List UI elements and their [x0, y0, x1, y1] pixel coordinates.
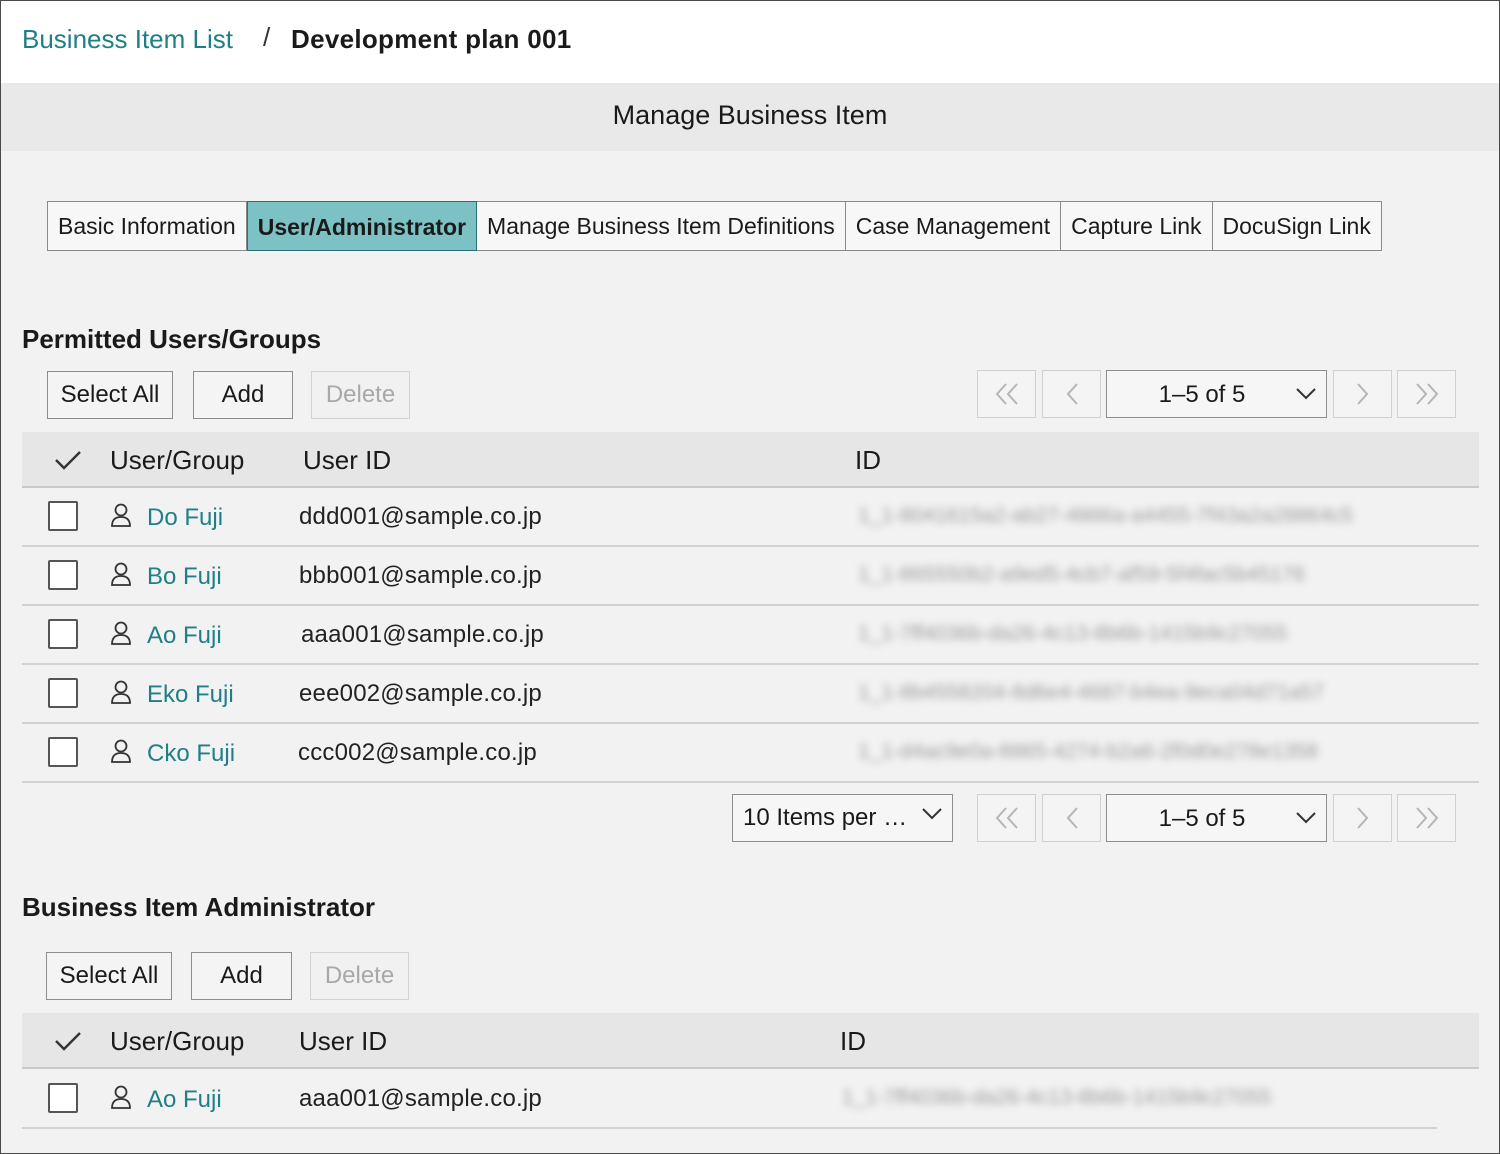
prev-page-button[interactable] — [1042, 370, 1101, 418]
header: Business Item List / Development plan 00… — [1, 1, 1499, 83]
page-range-text: 1–5 of 5 — [1158, 805, 1246, 832]
double-chevron-left-icon — [995, 807, 1018, 829]
user-id: ddd001@sample.co.jp — [299, 503, 542, 530]
tab-basic-information[interactable]: Basic Information — [48, 202, 247, 250]
blurred-id: 1_1-7ff4036b-da26-4c13-8b6b-1415b9c27055 — [842, 1086, 1272, 1109]
user-name-link[interactable]: Ao Fuji — [147, 1086, 222, 1114]
page-range-text: 1–5 of 5 — [1158, 381, 1246, 408]
person-icon — [111, 621, 131, 645]
permitted-users-table: User/Group User ID ID Do Fuji ddd001@sam… — [22, 432, 1479, 788]
tab-bar: Basic Information User/Administrator Man… — [47, 201, 1382, 251]
column-header-user-id[interactable]: User ID — [299, 1026, 387, 1057]
table-row[interactable]: Eko Fuji eee002@sample.co.jp 1_1-8b45582… — [22, 665, 1479, 724]
chevron-left-icon — [1066, 383, 1078, 405]
column-header-id[interactable]: ID — [840, 1026, 866, 1057]
row-checkbox[interactable] — [48, 1083, 78, 1113]
user-name-link[interactable]: Do Fuji — [147, 504, 223, 532]
double-chevron-right-icon — [1415, 383, 1438, 405]
first-page-button[interactable] — [977, 794, 1036, 842]
table-row[interactable]: Cko Fuji ccc002@sample.co.jp 1_1-d4ac9e0… — [22, 724, 1479, 783]
person-icon — [111, 503, 131, 527]
select-all-button[interactable]: Select All — [47, 371, 173, 419]
column-header-user-group[interactable]: User/Group — [110, 445, 244, 476]
row-checkbox[interactable] — [48, 678, 78, 708]
user-name-link[interactable]: Bo Fuji — [147, 563, 222, 591]
person-icon — [111, 562, 131, 586]
admin-delete-button[interactable]: Delete — [310, 952, 409, 1000]
page-range-select[interactable]: 1–5 of 5 — [1106, 794, 1327, 842]
table-row[interactable]: Do Fuji ddd001@sample.co.jp 1_1-8041615a… — [22, 488, 1479, 547]
items-per-page-text: 10 Items per … — [743, 804, 908, 831]
user-id: eee002@sample.co.jp — [299, 680, 542, 707]
column-header-user-group[interactable]: User/Group — [110, 1026, 244, 1057]
row-checkbox[interactable] — [48, 737, 78, 767]
page-title: Manage Business Item — [612, 100, 888, 130]
breadcrumb-separator: / — [263, 22, 271, 52]
double-chevron-left-icon — [995, 383, 1018, 405]
person-icon — [111, 1085, 131, 1109]
page-title-bar: Manage Business Item — [1, 83, 1499, 151]
administrator-table: User/Group User ID ID Ao Fuji aaa001@sam… — [22, 1013, 1479, 1131]
section-title-business-item-administrator: Business Item Administrator — [22, 892, 376, 922]
next-page-button[interactable] — [1333, 794, 1392, 842]
table-row[interactable]: Ao Fuji aaa001@sample.co.jp 1_1-7ff4036b… — [22, 1070, 1437, 1129]
table-row[interactable]: Ao Fuji aaa001@sample.co.jp 1_1-7ff4036b… — [22, 606, 1479, 665]
person-icon — [111, 680, 131, 704]
chevron-right-icon — [1356, 383, 1368, 405]
table-header: User/Group User ID ID — [22, 432, 1479, 488]
check-icon[interactable] — [54, 449, 82, 471]
tab-manage-business-item-definitions[interactable]: Manage Business Item Definitions — [477, 202, 846, 250]
chevron-down-icon — [1296, 812, 1316, 824]
items-per-page-select[interactable]: 10 Items per … — [732, 794, 953, 842]
tab-case-management[interactable]: Case Management — [846, 202, 1062, 250]
tab-user-administrator[interactable]: User/Administrator — [246, 201, 478, 251]
blurred-id: 1_1-8041615a2-ab27-4866a-a4455-7f43a2a28… — [858, 504, 1354, 527]
last-page-button[interactable] — [1397, 794, 1456, 842]
user-id: aaa001@sample.co.jp — [299, 1085, 542, 1112]
row-checkbox[interactable] — [48, 560, 78, 590]
column-header-id[interactable]: ID — [855, 445, 881, 476]
user-id: bbb001@sample.co.jp — [299, 562, 542, 589]
tab-capture-link[interactable]: Capture Link — [1061, 202, 1213, 250]
user-name-link[interactable]: Eko Fuji — [147, 681, 234, 709]
admin-add-button[interactable]: Add — [191, 952, 292, 1000]
breadcrumb-link-business-item-list[interactable]: Business Item List — [22, 24, 233, 55]
double-chevron-right-icon — [1415, 807, 1438, 829]
check-icon[interactable] — [54, 1030, 82, 1052]
chevron-right-icon — [1356, 807, 1368, 829]
person-icon — [111, 739, 131, 763]
user-id: ccc002@sample.co.jp — [298, 739, 537, 766]
row-checkbox[interactable] — [48, 501, 78, 531]
tab-docusign-link[interactable]: DocuSign Link — [1213, 202, 1381, 250]
first-page-button[interactable] — [977, 370, 1036, 418]
chevron-down-icon — [1296, 388, 1316, 400]
row-checkbox[interactable] — [48, 619, 78, 649]
window-frame: Business Item List / Development plan 00… — [0, 0, 1500, 1154]
column-header-user-id[interactable]: User ID — [303, 445, 391, 476]
blurred-id: 1_1-d4ac9e0a-8865-4274-b2a6-2f0d0e278e13… — [858, 740, 1319, 763]
user-name-link[interactable]: Cko Fuji — [147, 740, 235, 768]
user-id: aaa001@sample.co.jp — [301, 621, 544, 648]
blurred-id: 1_1-865550b2-a9ed5-4cb7-af59-5f4fac5b451… — [858, 563, 1306, 586]
next-page-button[interactable] — [1333, 370, 1392, 418]
delete-button[interactable]: Delete — [311, 371, 410, 419]
chevron-down-icon — [922, 808, 942, 820]
section-title-permitted-users: Permitted Users/Groups — [22, 324, 322, 354]
last-page-button[interactable] — [1397, 370, 1456, 418]
chevron-left-icon — [1066, 807, 1078, 829]
blurred-id: 1_1-8b4558204-8d6e4-4687-b4ea-9eca04d71a… — [858, 681, 1324, 704]
breadcrumb-current: Development plan 001 — [291, 24, 572, 54]
blurred-id: 1_1-7ff4036b-da26-4c13-8b6b-1415b9c27055 — [858, 622, 1288, 645]
add-button[interactable]: Add — [193, 371, 293, 419]
page-range-select[interactable]: 1–5 of 5 — [1106, 370, 1327, 418]
user-name-link[interactable]: Ao Fuji — [147, 622, 222, 650]
admin-select-all-button[interactable]: Select All — [46, 952, 172, 1000]
table-header: User/Group User ID ID — [22, 1013, 1479, 1069]
prev-page-button[interactable] — [1042, 794, 1101, 842]
table-row[interactable]: Bo Fuji bbb001@sample.co.jp 1_1-865550b2… — [22, 547, 1479, 606]
